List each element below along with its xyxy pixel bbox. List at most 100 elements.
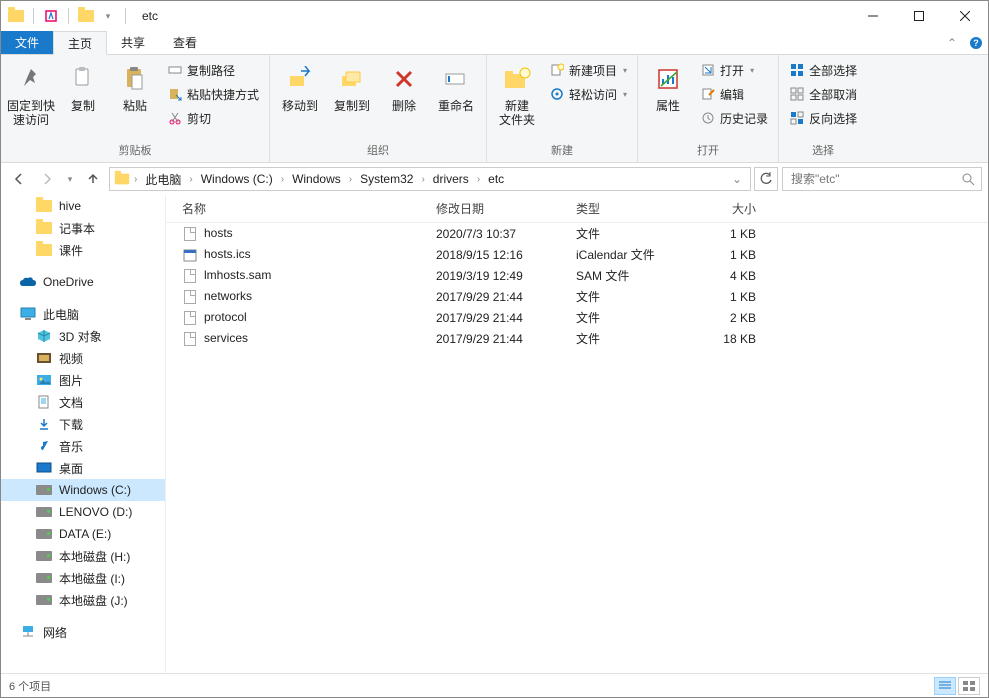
nav-item-courseware[interactable]: 课件 — [1, 239, 165, 261]
nav-item-desktop[interactable]: 桌面 — [1, 457, 165, 479]
column-type[interactable]: 类型 — [566, 200, 686, 217]
nav-item-music[interactable]: 音乐 — [1, 435, 165, 457]
nav-item-drive-c[interactable]: Windows (C:) — [1, 479, 165, 501]
delete-button[interactable]: 删除 — [380, 59, 428, 113]
nav-item-drive-e[interactable]: DATA (E:) — [1, 523, 165, 545]
folder-qat-icon[interactable] — [77, 7, 95, 25]
breadcrumb-dropdown-icon[interactable]: ⌄ — [728, 172, 746, 186]
move-to-button[interactable]: 移动到 — [276, 59, 324, 113]
close-button[interactable] — [942, 1, 988, 31]
copy-path-button[interactable]: 复制路径 — [163, 59, 263, 81]
group-organize-label: 组织 — [276, 140, 480, 160]
pictures-icon — [35, 372, 53, 388]
chevron-right-icon[interactable]: › — [132, 174, 139, 185]
pin-to-quick-access-button[interactable]: 固定到快 速访问 — [7, 59, 55, 127]
file-icon — [182, 226, 198, 242]
nav-item-network[interactable]: 网络 — [1, 621, 165, 643]
nav-item-hive[interactable]: hive — [1, 195, 165, 217]
delete-icon — [388, 63, 420, 95]
view-details-button[interactable] — [934, 677, 956, 695]
column-size[interactable]: 大小 — [686, 200, 766, 217]
title-bar: ▾ etc — [1, 1, 988, 31]
file-row[interactable]: protocol2017/9/29 21:44文件2 KB — [166, 307, 988, 328]
breadcrumb-seg[interactable]: Windows — [288, 172, 345, 186]
breadcrumb-seg[interactable]: etc — [484, 172, 508, 186]
chevron-right-icon[interactable]: › — [475, 174, 482, 185]
nav-item-drive-d[interactable]: LENOVO (D:) — [1, 501, 165, 523]
paste-button[interactable]: 粘贴 — [111, 59, 159, 113]
tab-view[interactable]: 查看 — [159, 31, 211, 54]
nav-item-documents[interactable]: 文档 — [1, 391, 165, 413]
file-row[interactable]: networks2017/9/29 21:44文件1 KB — [166, 286, 988, 307]
chevron-right-icon[interactable]: › — [279, 174, 286, 185]
help-icon[interactable]: ? — [964, 31, 988, 54]
up-button[interactable] — [81, 167, 105, 191]
search-box[interactable] — [782, 167, 982, 191]
open-button[interactable]: 打开▾ — [696, 59, 772, 81]
nav-item-drive-i[interactable]: 本地磁盘 (I:) — [1, 567, 165, 589]
select-all-button[interactable]: 全部选择 — [785, 59, 861, 81]
chevron-right-icon[interactable]: › — [347, 174, 354, 185]
file-row[interactable]: services2017/9/29 21:44文件18 KB — [166, 328, 988, 349]
search-input[interactable] — [789, 171, 961, 187]
minimize-button[interactable] — [850, 1, 896, 31]
chevron-right-icon[interactable]: › — [187, 174, 194, 185]
file-row[interactable]: lmhosts.sam2019/3/19 12:49SAM 文件4 KB — [166, 265, 988, 286]
column-name[interactable]: 名称 — [166, 200, 426, 217]
list-body[interactable]: hosts2020/7/3 10:37文件1 KBhosts.ics2018/9… — [166, 223, 988, 673]
file-type: 文件 — [566, 225, 686, 242]
nav-item-drive-j[interactable]: 本地磁盘 (J:) — [1, 589, 165, 611]
breadcrumb-seg[interactable]: 此电脑 — [141, 171, 185, 188]
properties-icon — [652, 63, 684, 95]
file-name: hosts.ics — [204, 247, 251, 261]
paste-shortcut-button[interactable]: 粘贴快捷方式 — [163, 83, 263, 105]
nav-item-pictures[interactable]: 图片 — [1, 369, 165, 391]
history-icon — [700, 110, 716, 126]
copy-to-button[interactable]: 复制到 — [328, 59, 376, 113]
properties-button[interactable]: 属性 — [644, 59, 692, 113]
nav-item-onedrive[interactable]: OneDrive — [1, 271, 165, 293]
qat-dropdown-icon[interactable]: ▾ — [99, 7, 117, 25]
breadcrumb-seg[interactable]: System32 — [356, 172, 417, 186]
nav-item-videos[interactable]: 视频 — [1, 347, 165, 369]
nav-item-downloads[interactable]: 下载 — [1, 413, 165, 435]
select-none-button[interactable]: 全部取消 — [785, 83, 861, 105]
back-button[interactable] — [7, 167, 31, 191]
properties-qat-icon[interactable] — [42, 7, 60, 25]
breadcrumb-seg[interactable]: Windows (C:) — [197, 172, 277, 186]
chevron-right-icon[interactable]: › — [419, 174, 426, 185]
invert-selection-button[interactable]: 反向选择 — [785, 107, 861, 129]
history-button[interactable]: 历史记录 — [696, 107, 772, 129]
drive-icon — [35, 526, 53, 542]
cut-button[interactable]: 剪切 — [163, 107, 263, 129]
nav-item-notepad[interactable]: 记事本 — [1, 217, 165, 239]
breadcrumb-seg[interactable]: drivers — [429, 172, 473, 186]
tab-home[interactable]: 主页 — [53, 31, 107, 55]
maximize-button[interactable] — [896, 1, 942, 31]
nav-item-drive-h[interactable]: 本地磁盘 (H:) — [1, 545, 165, 567]
copy-button[interactable]: 复制 — [59, 59, 107, 113]
onedrive-icon — [19, 274, 37, 290]
breadcrumb[interactable]: › 此电脑 › Windows (C:) › Windows › System3… — [109, 167, 751, 191]
forward-button[interactable] — [35, 167, 59, 191]
drive-icon — [35, 570, 53, 586]
column-date[interactable]: 修改日期 — [426, 200, 566, 217]
refresh-button[interactable] — [754, 167, 778, 191]
view-large-icons-button[interactable] — [958, 677, 980, 695]
tab-share[interactable]: 共享 — [107, 31, 159, 54]
navigation-pane[interactable]: hive 记事本 课件 OneDrive 此电脑 3D 对象 视频 图片 文档 … — [1, 195, 166, 673]
new-item-button[interactable]: 新建项目▾ — [545, 59, 631, 81]
rename-button[interactable]: 重命名 — [432, 59, 480, 113]
nav-item-this-pc[interactable]: 此电脑 — [1, 303, 165, 325]
tab-file[interactable]: 文件 — [1, 31, 53, 54]
nav-item-3d-objects[interactable]: 3D 对象 — [1, 325, 165, 347]
file-icon — [182, 310, 198, 326]
file-row[interactable]: hosts.ics2018/9/15 12:16iCalendar 文件1 KB — [166, 244, 988, 265]
edit-button[interactable]: 编辑 — [696, 83, 772, 105]
file-row[interactable]: hosts2020/7/3 10:37文件1 KB — [166, 223, 988, 244]
recent-dropdown-icon[interactable]: ▾ — [63, 167, 77, 191]
new-folder-button[interactable]: 新建 文件夹 — [493, 59, 541, 127]
easy-access-button[interactable]: 轻松访问▾ — [545, 83, 631, 105]
collapse-ribbon-icon[interactable]: ⌃ — [940, 31, 964, 54]
paste-icon — [119, 63, 151, 95]
